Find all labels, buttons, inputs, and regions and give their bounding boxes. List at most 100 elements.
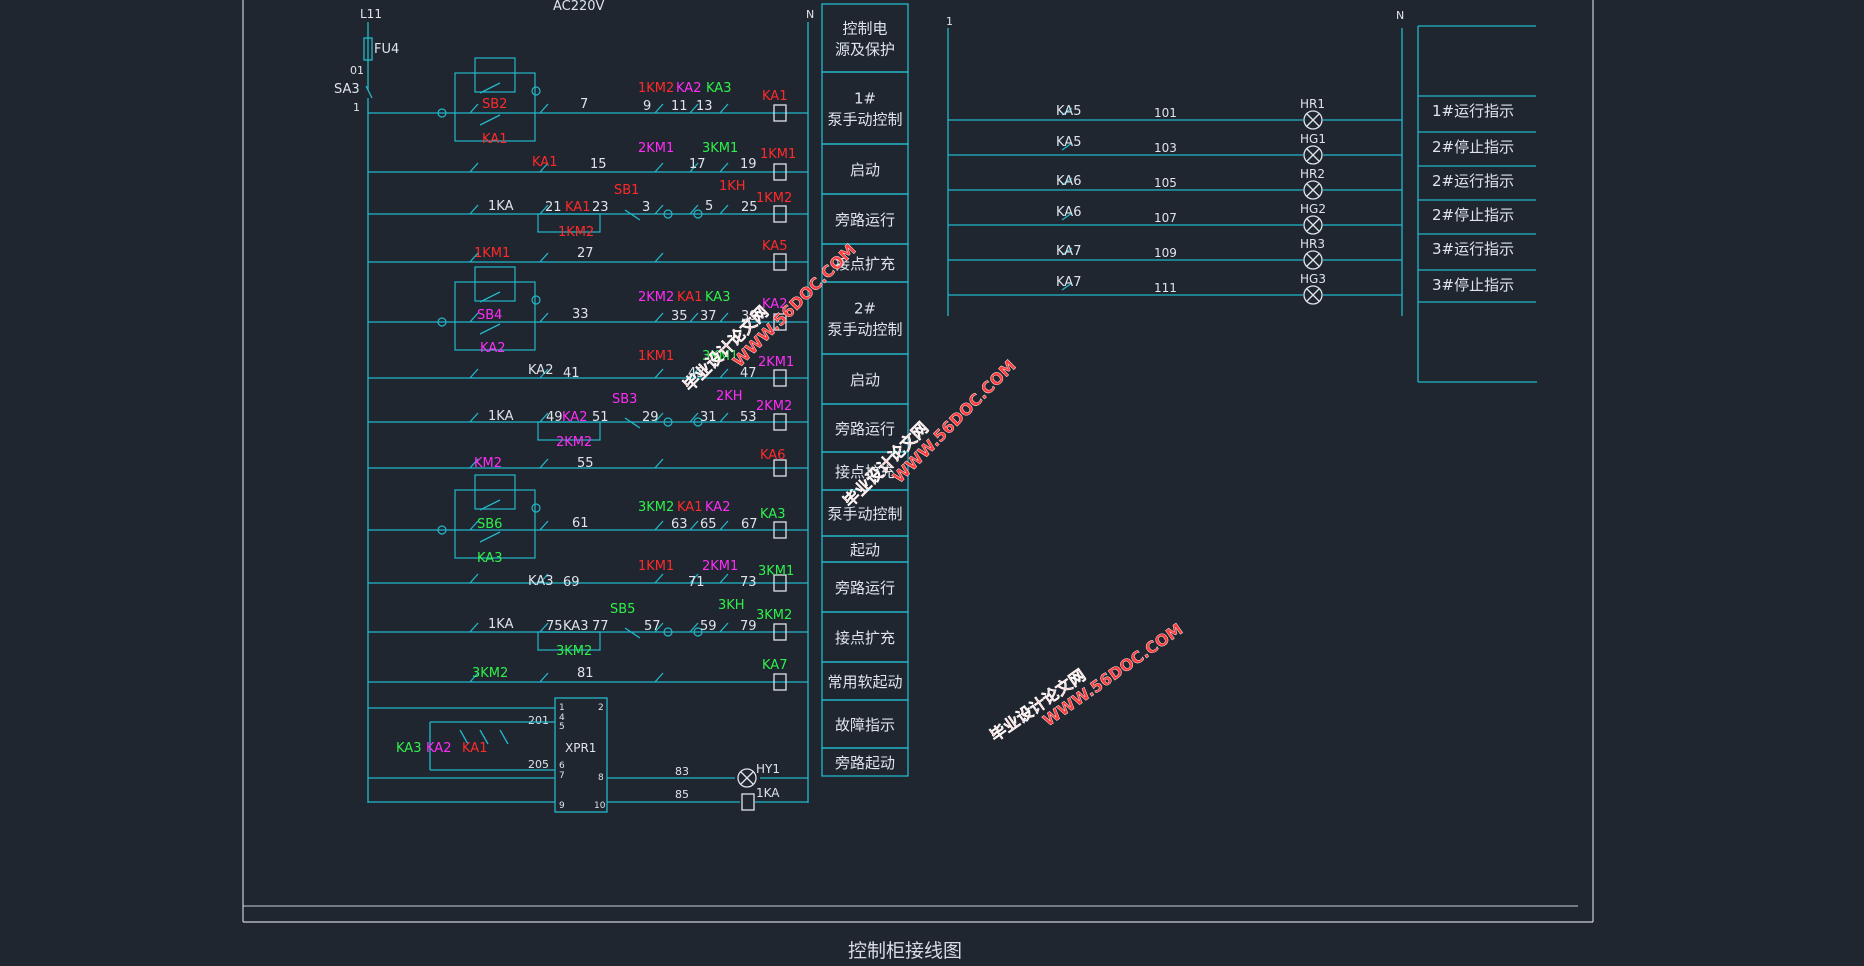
- indicator-text: 2#停止指示: [1432, 206, 1514, 224]
- rung-label: 37: [700, 309, 717, 324]
- rung-label: 69: [563, 575, 580, 590]
- function-boxes: 控制电源及保护1#泵手动控制启动旁路运行接点扩充2#泵手动控制启动旁路运行接点扩…: [821, 3, 909, 777]
- rung-label: KA1: [482, 132, 507, 147]
- pushbutton-guard: [474, 474, 516, 510]
- rung-label: 67: [741, 517, 758, 532]
- indicator-node: 107: [1154, 211, 1177, 225]
- rung-label: 3KM2: [638, 500, 674, 515]
- indicator-lamp-label: HG2: [1300, 202, 1326, 216]
- switch-label: SA3: [334, 82, 360, 97]
- function-box-label: 旁路起动: [835, 754, 895, 772]
- rung-label: 27: [577, 246, 594, 261]
- function-box: 故障指示: [821, 699, 909, 749]
- xpr1-node: 83: [675, 765, 689, 778]
- rung-label: 7: [580, 97, 588, 112]
- xpr1-pin: 6: [559, 761, 565, 771]
- rung-label: 49: [546, 410, 563, 425]
- rung-label: KA1: [565, 200, 590, 215]
- rung-contact: [719, 368, 729, 379]
- phase-label: L11: [360, 7, 382, 21]
- xpr1-contact: [499, 729, 509, 745]
- rung-label: 51: [592, 410, 609, 425]
- rung-label: 63: [671, 517, 688, 532]
- rung-label: KA1: [532, 155, 557, 170]
- rung-label: KA2: [480, 341, 505, 356]
- function-box-label: 控制电: [842, 20, 887, 38]
- rung-label: KA5: [762, 239, 787, 254]
- rung-label: 23: [592, 200, 609, 215]
- function-box-label: 启动: [850, 371, 880, 389]
- rung-label: SB6: [477, 517, 502, 532]
- indicator-text: 3#运行指示: [1432, 240, 1514, 258]
- rung-label: KA2: [705, 500, 730, 515]
- rung-contact: [719, 520, 729, 531]
- wiring-diagram: AC220V L11 N 1 N FU4 01 SA3 1 SB2KA171KM…: [242, 0, 1594, 923]
- rung-label: SB4: [477, 308, 502, 323]
- rung-label: KA1: [677, 290, 702, 305]
- right-bus-label: 1: [946, 15, 953, 28]
- fuse-fu4: FU4 01 SA3 1: [334, 22, 399, 114]
- rung-label: 77: [592, 619, 609, 634]
- rung-label: 71: [688, 575, 705, 590]
- rung-label: 3KM2: [556, 644, 592, 659]
- xpr1-node: 201: [528, 714, 549, 727]
- rung-label: 3: [642, 200, 650, 215]
- rung-contact: [654, 458, 664, 469]
- rung-label: 2KM1: [758, 355, 794, 370]
- rung-label: 53: [740, 410, 757, 425]
- holding-contact: [479, 114, 501, 126]
- rung-contact: [654, 252, 664, 263]
- rung-contact: [654, 103, 664, 114]
- rung-label: 19: [740, 157, 757, 172]
- function-box-label: 旁路运行: [835, 420, 895, 438]
- rung-contact: [654, 204, 664, 215]
- watermark-line-2: WWW.56DOC.COM: [1039, 619, 1186, 730]
- rung-contact: [654, 672, 664, 683]
- function-box-label: 源及保护: [835, 41, 895, 59]
- indicator-lamp-label: HG3: [1300, 272, 1326, 286]
- rung-contact: [469, 204, 479, 215]
- neutral-right-label: N: [1396, 9, 1404, 22]
- rung-label: 1KM2: [558, 225, 594, 240]
- rung-label: 2KM1: [638, 141, 674, 156]
- xpr1-node: 205: [528, 758, 549, 771]
- rung-label: 81: [577, 666, 594, 681]
- rung-label: KA1: [677, 500, 702, 515]
- rung-label: KA6: [760, 448, 785, 463]
- rung-label: 1KM1: [638, 349, 674, 364]
- function-box: 常用软起动: [821, 661, 909, 701]
- xpr1-node: 85: [675, 788, 689, 801]
- rung-label: SB1: [614, 183, 639, 198]
- rung-label: 61: [572, 516, 589, 531]
- rung-label: 2KH: [716, 389, 743, 404]
- function-box: 2# 泵手动控制: [821, 281, 909, 355]
- rung-label: 33: [572, 307, 589, 322]
- indicator-row: KA7 109 HR3 3#运行指示: [948, 237, 1514, 270]
- indicator-row: KA6 105 HR2 2#运行指示: [948, 167, 1514, 200]
- rung-contact: [654, 368, 664, 379]
- function-box: 起动: [821, 535, 909, 563]
- rung-4: 1KM1 27 KA5: [368, 239, 808, 271]
- rung-contact: [719, 573, 729, 584]
- xpr1-pin: 5: [559, 722, 565, 732]
- function-box-label: 旁路运行: [835, 211, 895, 229]
- neutral-left-label: N: [806, 8, 814, 21]
- function-box: 启动: [821, 143, 909, 195]
- indicator-contact-label: KA5: [1056, 135, 1081, 150]
- function-box-label: 泵手动控制: [827, 321, 902, 339]
- rung-label: 1KM1: [760, 147, 796, 162]
- rung-label: 3KH: [718, 598, 745, 613]
- rung-contact: [539, 520, 549, 531]
- indicator-text: 2#运行指示: [1432, 172, 1514, 190]
- rung-contact: [469, 162, 479, 173]
- indicator-node: 111: [1154, 281, 1177, 295]
- rung-label: 1KA: [488, 199, 514, 214]
- function-box-frame: [821, 3, 909, 73]
- rung-label: 59: [700, 619, 717, 634]
- rung-label: 73: [740, 575, 757, 590]
- rung-label: 1KA: [488, 617, 514, 632]
- function-box: 控制电源及保护: [821, 3, 909, 73]
- drawing-caption: 控制柜接线图: [847, 940, 962, 962]
- holding-contact: [479, 323, 501, 335]
- indicator-contact-label: KA6: [1056, 205, 1081, 220]
